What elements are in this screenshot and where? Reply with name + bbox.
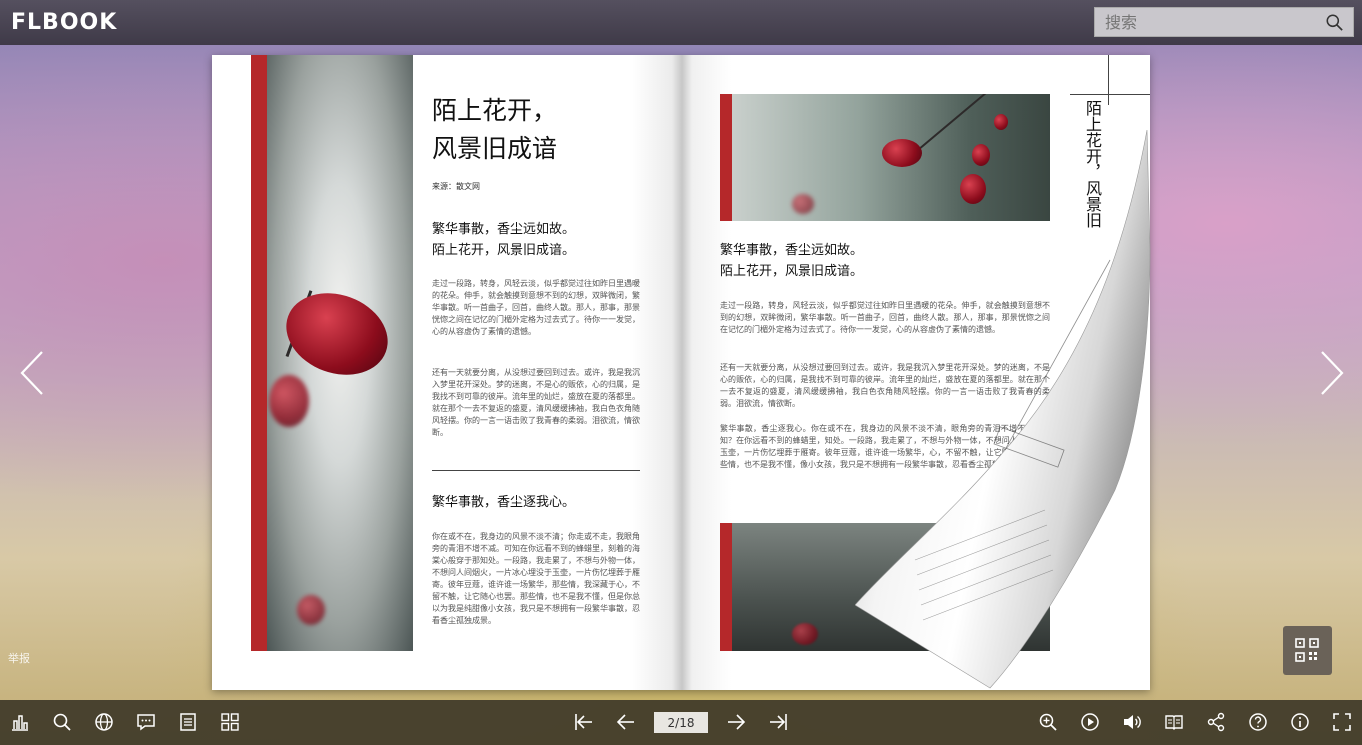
right-page-corner-rule-h — [1070, 94, 1150, 95]
arrow-right-icon — [728, 714, 746, 730]
rosehip-berry — [962, 613, 984, 633]
page-number-input[interactable] — [654, 712, 708, 733]
comment-icon — [137, 714, 155, 731]
search-icon[interactable] — [1326, 14, 1343, 31]
rosehip-berry — [972, 144, 990, 166]
share-button[interactable] — [1206, 712, 1226, 732]
table-of-contents-button[interactable] — [178, 712, 198, 732]
language-button[interactable] — [94, 712, 114, 732]
fullscreen-button[interactable] — [1332, 712, 1352, 732]
autoplay-button[interactable] — [1080, 712, 1100, 732]
rosehip-berry — [960, 174, 986, 204]
fullscreen-icon — [1333, 713, 1351, 731]
document-list-icon — [180, 713, 196, 731]
left-page-photo — [267, 55, 413, 651]
rosehip-berry — [792, 623, 818, 645]
report-link[interactable]: 举报 — [8, 650, 30, 666]
left-page-source: 来源：散文网 — [432, 182, 480, 191]
next-page-arrow[interactable] — [1316, 350, 1346, 396]
stats-button[interactable] — [10, 712, 30, 732]
help-button[interactable] — [1248, 712, 1268, 732]
right-page-bottom-accent-bar — [720, 523, 732, 651]
rosehip-berry — [792, 194, 814, 214]
left-page-heading1-line1: 繁华事散，香尘远如故。 — [432, 222, 576, 237]
right-page-heading1-line2: 陌上花开，风景旧成谙。 — [720, 264, 864, 279]
right-page-corner-rule-v — [1108, 55, 1109, 105]
previous-page-button[interactable] — [616, 712, 636, 732]
help-icon — [1249, 713, 1267, 731]
bar-chart-icon — [12, 715, 28, 731]
left-page-divider — [432, 470, 640, 471]
search-box — [1094, 7, 1354, 37]
rosehip-berry-small — [269, 375, 309, 427]
qr-code-button[interactable] — [1283, 626, 1332, 675]
right-page-top-photo — [732, 94, 1050, 221]
left-page-paragraph-2: 还有一天就要分离，从没想过要回到过去。或许，我是我沉入梦里花开深处。梦的迷离，不… — [432, 368, 640, 437]
zoom-in-button[interactable] — [1038, 712, 1058, 732]
search-button[interactable] — [52, 712, 72, 732]
speaker-icon — [1124, 715, 1141, 729]
flbook-logo[interactable]: FLBOOK — [11, 10, 117, 35]
qr-code-icon — [1295, 638, 1319, 662]
rosehip-berry — [882, 139, 922, 167]
left-page-accent-bar — [251, 55, 267, 651]
book-view-button[interactable] — [1164, 712, 1184, 732]
share-icon — [1207, 712, 1225, 732]
left-page-heading1-line2: 陌上花开，风景旧成谙。 — [432, 243, 576, 258]
right-page-paragraph-1: 走过一段路，转身，风轻云淡，似乎都觉过往如昨日里遇暖的花朵。伸手，就会触摸到意想… — [720, 301, 1050, 334]
zoom-in-icon — [1039, 713, 1057, 731]
play-circle-icon — [1081, 713, 1099, 731]
magnifier-icon — [53, 713, 71, 731]
left-page-title-line1: 陌上花开， — [432, 96, 558, 125]
info-button[interactable] — [1290, 712, 1310, 732]
sound-button[interactable] — [1122, 712, 1142, 732]
right-page-top-accent-bar — [720, 94, 732, 221]
right-page-vertical-title: 陌上花开，风景旧 — [1083, 100, 1102, 228]
stem — [911, 94, 1005, 156]
previous-page-arrow[interactable] — [18, 350, 48, 396]
book-spine-shadow — [632, 55, 732, 690]
top-bar: FLBOOK — [0, 0, 1362, 45]
left-page-title-line2: 风景旧成谙 — [432, 134, 558, 163]
next-page-button[interactable] — [726, 712, 746, 732]
right-page-paragraph-3: 繁华事散，香尘逐我心。你在或不在，我身边的风景不淡不清，眼角旁的青泪不增不减。可… — [720, 424, 1050, 469]
grid-icon — [221, 713, 239, 731]
thumbnails-button[interactable] — [220, 712, 240, 732]
right-page-heading1-line1: 繁华事散，香尘远如故。 — [720, 243, 864, 258]
last-page-button[interactable] — [768, 712, 788, 732]
arrow-left-icon — [616, 714, 634, 730]
rosehip-berry — [274, 279, 400, 389]
left-page-paragraph-3: 你在或不在，我身边的风景不淡不清；你走或不走，我眼角旁的青泪不增不减。可知在你远… — [432, 532, 640, 625]
search-input[interactable] — [1095, 8, 1315, 36]
left-page-paragraph-1: 走过一段路，转身，风轻云淡，似乎都觉过往如昨日里遇暖的花朵。伸手，就会触摸到意想… — [432, 279, 640, 336]
globe-icon — [95, 713, 113, 731]
first-page-button[interactable] — [574, 712, 594, 732]
comments-button[interactable] — [136, 712, 156, 732]
last-page-icon — [770, 714, 787, 730]
left-page-heading2: 繁华事散，香尘逐我心。 — [432, 495, 576, 510]
flipbook[interactable]: 陌上花开， 风景旧成谙 来源：散文网 繁华事散，香尘远如故。 陌上花开，风景旧成… — [212, 55, 1150, 690]
open-book-icon — [1165, 715, 1183, 730]
rosehip-berry-small — [297, 595, 325, 625]
info-icon — [1291, 713, 1309, 731]
rosehip-berry — [994, 114, 1008, 130]
right-page-paragraph-2: 还有一天就要分离，从没想过要回到过去。或许，我是我沉入梦里花开深处。梦的迷离，不… — [720, 363, 1050, 408]
bottom-toolbar — [0, 700, 1362, 745]
right-page-bottom-photo — [732, 523, 1050, 651]
first-page-icon — [575, 714, 592, 730]
